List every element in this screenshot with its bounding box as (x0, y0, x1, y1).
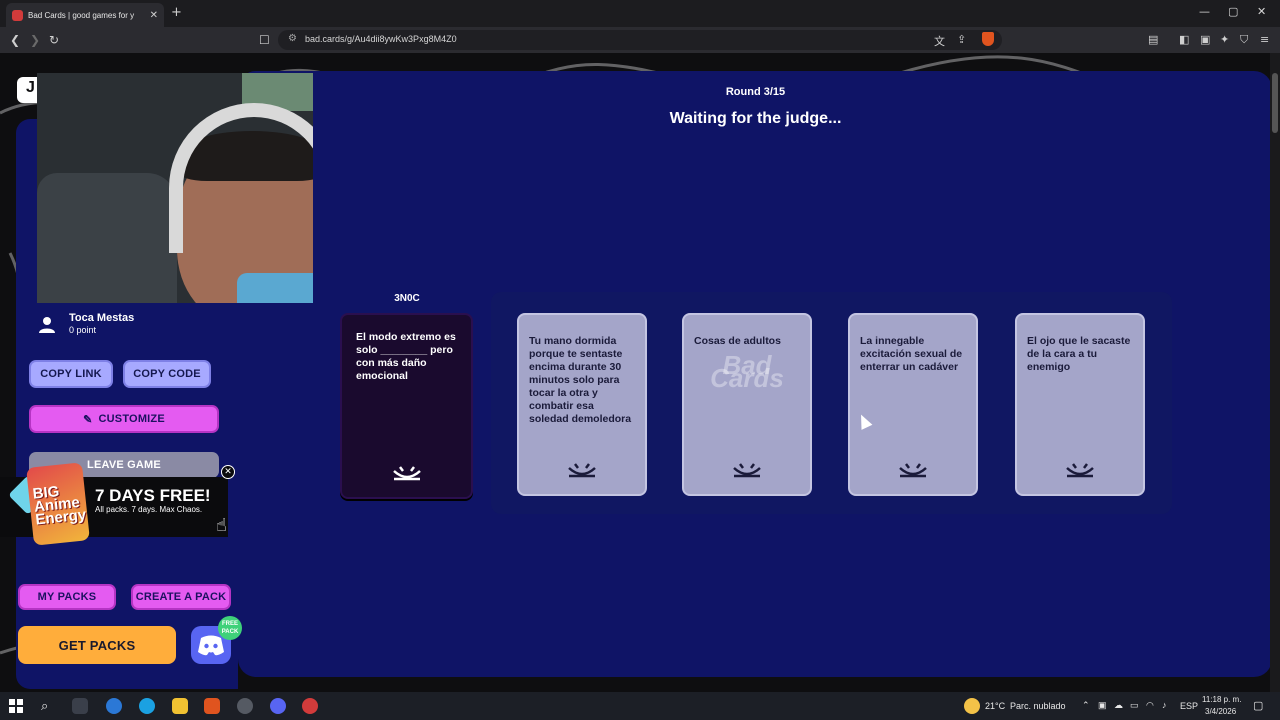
weather-temp[interactable]: 21°C (985, 701, 1005, 711)
tab-title: Bad Cards | good games for y (28, 10, 135, 20)
answer-card-text: Tu mano dormida porque te sentaste encim… (529, 335, 632, 425)
reload-icon[interactable]: ↻ (49, 33, 59, 47)
promo-art-text: BIG Anime Energy (31, 483, 87, 529)
answer-card[interactable]: Tu mano dormida porque te sentaste encim… (517, 313, 647, 496)
clock-time[interactable]: 11:18 p. m. (1202, 695, 1241, 704)
customize-label: CUSTOMIZE (98, 413, 165, 425)
cloud-icon[interactable]: ☁ (1114, 700, 1123, 711)
get-packs-button[interactable]: GET PACKS (18, 626, 176, 664)
close-window-button[interactable]: ✕ (1257, 5, 1266, 18)
discord-taskbar-icon[interactable] (270, 698, 286, 714)
bad-cards-face-icon (392, 466, 421, 481)
weather-icon[interactable] (964, 698, 980, 714)
new-tab-button[interactable]: + (171, 5, 182, 20)
bad-cards-face-icon (733, 463, 761, 478)
maximize-button[interactable]: ▢ (1228, 5, 1238, 18)
my-packs-button[interactable]: MY PACKS (18, 584, 116, 610)
game-status: Waiting for the judge... (669, 110, 842, 127)
tray-icon[interactable]: ▣ (1098, 700, 1107, 711)
judge-name: 3N0C (394, 293, 420, 304)
copilot-icon[interactable] (106, 698, 122, 714)
menu-icon[interactable]: ≡ (1260, 33, 1269, 46)
obs-icon[interactable] (302, 698, 318, 714)
answer-card[interactable]: La innegable excitación sexual de enterr… (848, 313, 978, 496)
promo-close-icon[interactable]: ✕ (221, 465, 235, 479)
share-icon[interactable]: ⇪ (957, 33, 966, 46)
bad-cards-face-icon (1066, 463, 1094, 478)
file-explorer-icon[interactable] (172, 698, 188, 714)
browser-toolbar: ❮ ❯ ↻ ☐ ⚙ bad.cards/g/Au4dii8ywKw3Pxg8M4… (0, 27, 1280, 53)
browser-tab[interactable]: Bad Cards | good games for y ✕ (6, 3, 164, 27)
bad-cards-face-icon (899, 463, 927, 478)
promo-subtitle: All packs. 7 days. Max Chaos. (95, 505, 203, 514)
webcam-couch (37, 173, 177, 303)
page-viewport: J Toca Mestas 0 point COPY LINK COPY COD… (0, 53, 1280, 692)
app-icon[interactable] (237, 698, 253, 714)
weather-desc[interactable]: Parc. nublado (1010, 701, 1066, 711)
tray-chevron-icon[interactable]: ⌃ (1082, 700, 1090, 711)
page-scrollbar[interactable] (1270, 53, 1280, 692)
webcam-shirt (237, 273, 313, 303)
minimize-button[interactable]: — (1199, 5, 1210, 18)
answer-card-text: Cosas de adultos (694, 335, 781, 347)
scrollbar-thumb[interactable] (1272, 73, 1278, 133)
windows-taskbar: ⌕ 21°C Parc. nublado ⌃ ▣ ☁ ▭ ◠ ♪ ESP 11:… (0, 692, 1280, 720)
player-points: 0 point (69, 325, 97, 335)
promo-title: 7 DAYS FREE! (95, 486, 211, 505)
answer-card-text: La innegable excitación sexual de enterr… (860, 335, 963, 373)
tab-close-icon[interactable]: ✕ (150, 10, 158, 21)
copy-link-button[interactable]: COPY LINK (29, 360, 113, 388)
answer-card-text: El ojo que le sacaste de la cara a tu en… (1027, 335, 1131, 373)
webcam-overlay (37, 73, 313, 303)
input-language[interactable]: ESP (1180, 701, 1198, 711)
card-watermark: Bad Cards (710, 350, 784, 393)
windows-start-icon[interactable] (8, 698, 24, 714)
player-name: Toca Mestas (69, 312, 135, 324)
pointer-hand-icon: ☝ (216, 515, 227, 536)
wifi-icon[interactable]: ◠ (1146, 700, 1154, 711)
browser-tabbar: Bad Cards | good games for y ✕ + — ▢ ✕ (0, 0, 1280, 27)
url-text[interactable]: bad.cards/g/Au4dii8ywKw3Pxg8M4Z0 (305, 34, 457, 44)
copy-code-button[interactable]: COPY CODE (123, 360, 211, 388)
address-bar[interactable]: ⚙ bad.cards/g/Au4dii8ywKw3Pxg8M4Z0 (278, 30, 1002, 50)
create-pack-button[interactable]: CREATE A PACK (131, 584, 231, 610)
sidebar-icon[interactable]: ◧ (1179, 33, 1189, 46)
black-prompt-card: El modo extremo es solo ________ pero co… (340, 313, 473, 499)
brave-icon[interactable] (204, 698, 220, 714)
site-info-icon[interactable]: ⚙ (288, 33, 297, 44)
free-pack-badge: FREE PACK (218, 616, 242, 640)
wallet-icon[interactable]: ▣ (1200, 33, 1210, 46)
customize-button[interactable]: ✎ CUSTOMIZE (29, 405, 219, 433)
user-icon (39, 317, 55, 333)
vpn-icon[interactable]: ⛉ (1240, 33, 1248, 47)
leo-ai-icon[interactable]: ✦ (1220, 33, 1229, 46)
notifications-icon[interactable]: ▢ (1253, 699, 1263, 712)
round-indicator: Round 3/15 (725, 86, 786, 98)
volume-icon[interactable]: ♪ (1162, 700, 1167, 710)
translate-icon[interactable]: 文 (934, 33, 945, 49)
black-card-text: El modo extremo es solo ________ pero co… (356, 331, 456, 382)
brave-shield-icon[interactable] (982, 32, 994, 46)
forward-icon[interactable]: ❯ (30, 33, 40, 47)
pencil-icon: ✎ (83, 413, 93, 426)
edge-icon[interactable] (139, 698, 155, 714)
answer-card[interactable]: El ojo que le sacaste de la cara a tu en… (1015, 313, 1145, 496)
reader-icon[interactable]: ▤ (1148, 33, 1158, 46)
clock-date[interactable]: 3/4/2026 (1205, 707, 1236, 716)
task-view-icon[interactable] (72, 698, 88, 714)
display-icon[interactable]: ▭ (1130, 700, 1139, 711)
bad-cards-favicon-icon (12, 9, 23, 21)
bad-cards-face-icon (568, 463, 596, 478)
answer-card[interactable]: Cosas de adultos Bad Cards (682, 313, 812, 496)
search-icon[interactable]: ⌕ (41, 698, 48, 714)
back-icon[interactable]: ❮ (10, 33, 20, 47)
bookmark-icon[interactable]: ☐ (259, 33, 270, 47)
